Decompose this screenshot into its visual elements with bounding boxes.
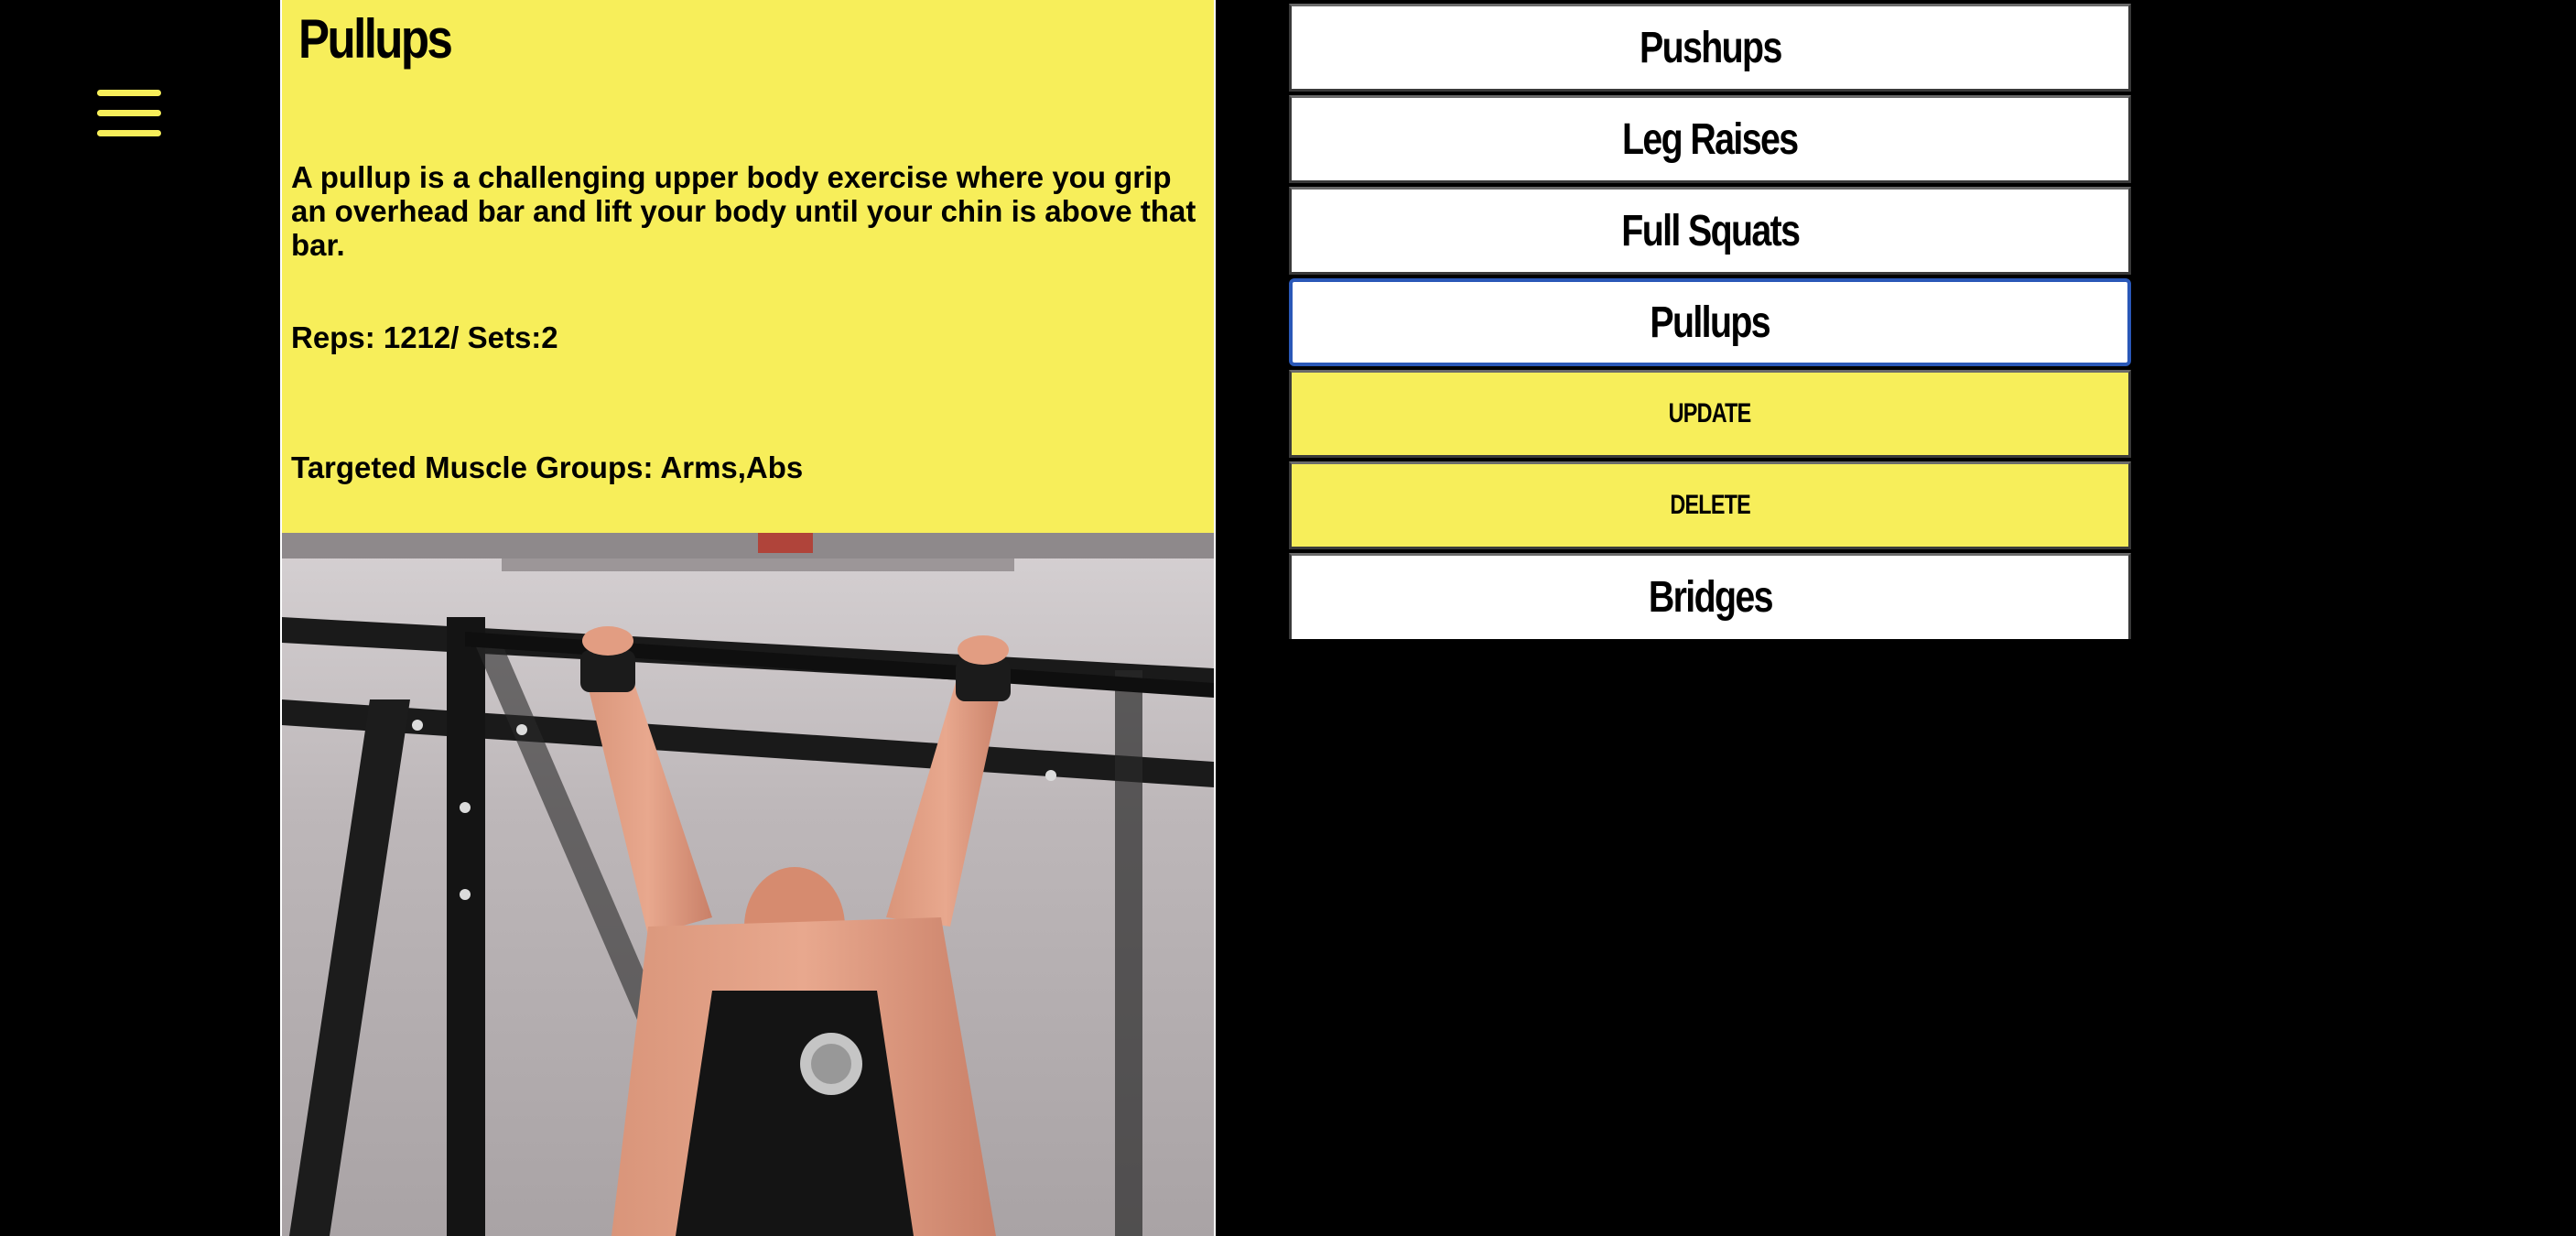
hamburger-menu-icon[interactable] — [92, 81, 168, 146]
update-button-label: UPDATE — [1669, 398, 1752, 428]
reps-sets-text: Reps: 1212/ Sets:2 — [291, 320, 558, 354]
delete-button[interactable]: DELETE — [1289, 461, 2131, 549]
list-item-label: Pushups — [1639, 23, 1782, 72]
menu-bar-bottom — [97, 130, 161, 136]
man-doing-pullup-photo — [282, 533, 1214, 1236]
app-page: Pullups A pullup is a challenging upper … — [0, 0, 2576, 1236]
exercise-list: Pushups Leg Raises Full Squats Pullups U… — [1289, 4, 2131, 643]
list-item-leg-raises[interactable]: Leg Raises — [1289, 95, 2131, 183]
exercise-title: Pullups — [298, 8, 453, 70]
list-item-pushups[interactable]: Pushups — [1289, 4, 2131, 92]
muscle-groups-text: Targeted Muscle Groups: Arms,Abs — [291, 450, 804, 484]
exercise-detail-card: Pullups A pullup is a challenging upper … — [280, 0, 1216, 1236]
list-item-label: Leg Raises — [1622, 114, 1799, 164]
list-item-label: Bridges — [1648, 573, 1773, 622]
delete-button-label: DELETE — [1670, 490, 1750, 520]
list-item-full-squats[interactable]: Full Squats — [1289, 187, 2131, 275]
exercise-description: A pullup is a challenging upper body exe… — [291, 160, 1196, 262]
list-item-pullups[interactable]: Pullups — [1289, 278, 2131, 366]
update-button[interactable]: UPDATE — [1289, 370, 2131, 458]
list-item-bridges[interactable]: Bridges — [1289, 553, 2131, 639]
list-item-label: Full Squats — [1620, 206, 1801, 255]
list-item-label: Pullups — [1650, 298, 1771, 347]
menu-bar-top — [97, 90, 161, 96]
menu-bar-middle — [97, 110, 161, 116]
